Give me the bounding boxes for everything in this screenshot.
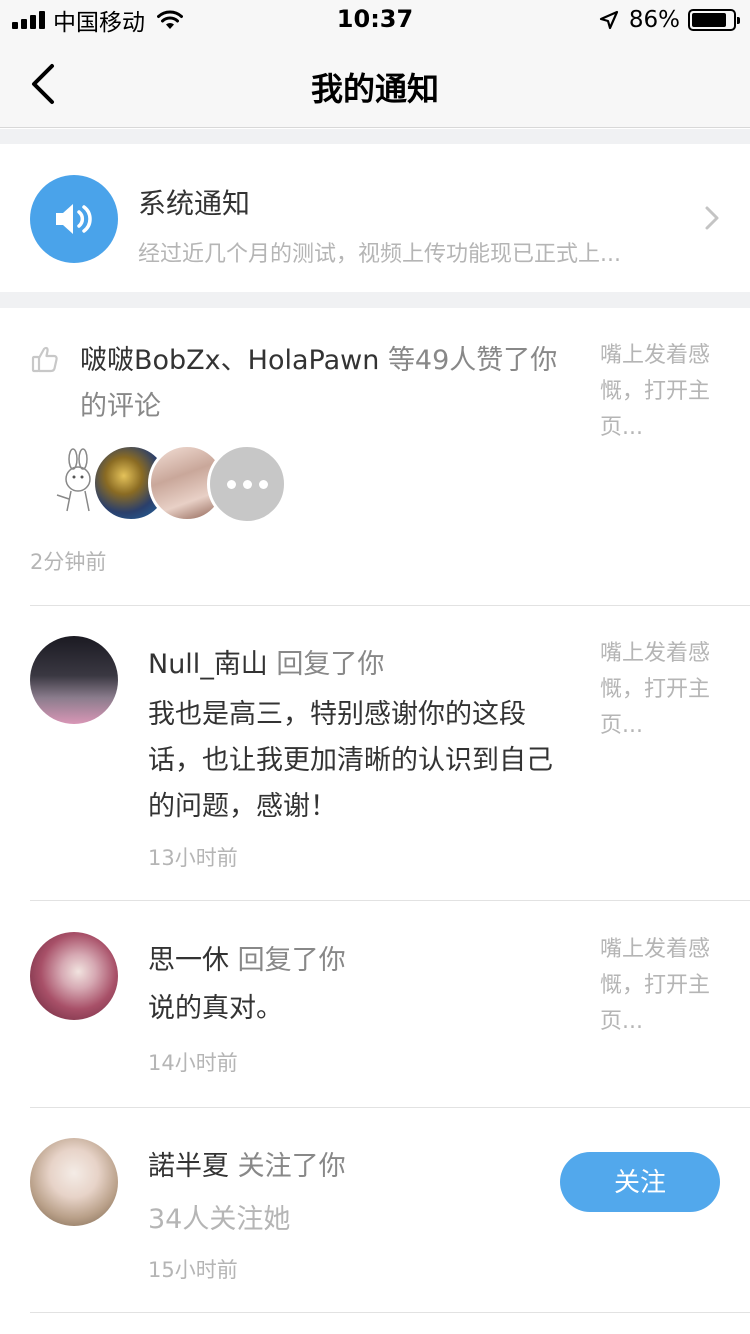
reply-user-name[interactable]: 思一休 xyxy=(148,945,229,976)
thumbs-up-icon xyxy=(31,346,58,373)
divider xyxy=(30,605,750,606)
system-notice-title: 系统通知 xyxy=(138,187,251,220)
more-likers-icon[interactable] xyxy=(207,444,287,524)
section-gap xyxy=(0,129,750,144)
reply-header: 思一休 回复了你 xyxy=(148,938,346,977)
follow-button[interactable]: 关注 xyxy=(560,1152,720,1212)
speaker-icon xyxy=(30,175,118,263)
avatar[interactable] xyxy=(30,636,118,724)
comment-context: 嘴上发着感慨，打开主页... xyxy=(600,641,711,738)
reply-action: 回复了你 xyxy=(237,945,346,976)
reply-content[interactable]: 说的真对。 xyxy=(148,986,568,1032)
page-title: 我的通知 xyxy=(310,70,439,108)
reply-action: 回复了你 xyxy=(276,649,385,680)
avatar[interactable] xyxy=(30,1138,118,1226)
chevron-right-icon xyxy=(705,206,719,230)
avatar[interactable] xyxy=(30,932,118,1020)
section-gap xyxy=(0,292,750,308)
comment-context: 嘴上发着感慨，打开主页... xyxy=(600,343,711,440)
follow-time: 15小时前 xyxy=(148,1258,238,1282)
divider xyxy=(30,1107,750,1108)
status-bar: 中国移动 10:37 86% xyxy=(0,0,750,40)
battery-percent: 86% xyxy=(628,7,680,33)
follower-count: 34人关注她 xyxy=(148,1204,291,1235)
like-time: 2分钟前 xyxy=(30,550,107,574)
divider xyxy=(30,1312,750,1313)
like-notice-text: 啵啵BobZx、HolaPawn 等49人赞了你的评论 xyxy=(80,338,580,430)
reply-time: 14小时前 xyxy=(148,1051,238,1075)
status-right: 86% xyxy=(599,6,740,34)
follow-header: 諾半夏 关注了你 xyxy=(148,1144,346,1183)
reply-time: 13小时前 xyxy=(148,846,238,870)
reply-user-name[interactable]: Null_南山 xyxy=(148,649,268,680)
system-notice-preview: 经过近几个月的测试，视频上传功能现已正式上... xyxy=(138,242,621,267)
follower-name[interactable]: 諾半夏 xyxy=(148,1151,229,1182)
reply-content[interactable]: 我也是高三，特别感谢你的这段话，也让我更加清晰的认识到自己的问题，感谢！ xyxy=(148,692,568,830)
comment-context: 嘴上发着感慨，打开主页... xyxy=(600,937,711,1034)
nav-bar: 我的通知 xyxy=(0,40,750,128)
location-arrow-icon xyxy=(599,10,618,30)
follow-action: 关注了你 xyxy=(237,1151,346,1182)
reply-header: Null_南山 回复了你 xyxy=(148,642,384,681)
system-notice-row[interactable]: 系统通知 经过近几个月的测试，视频上传功能现已正式上... xyxy=(0,144,750,292)
liker-names[interactable]: 啵啵BobZx、HolaPawn xyxy=(80,345,379,376)
battery-icon xyxy=(688,9,740,31)
divider xyxy=(30,900,750,901)
